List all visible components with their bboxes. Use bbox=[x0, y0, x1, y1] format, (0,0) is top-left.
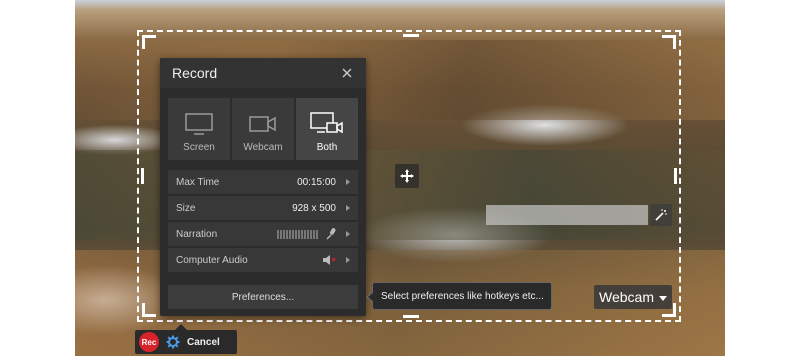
chevron-right-icon bbox=[346, 231, 350, 237]
mode-screen[interactable]: Screen bbox=[168, 98, 230, 160]
row-label: Size bbox=[176, 202, 196, 214]
webcam-dropdown-label: Webcam bbox=[599, 289, 654, 305]
mode-webcam[interactable]: Webcam bbox=[232, 98, 294, 160]
cancel-button[interactable]: Cancel bbox=[187, 337, 220, 348]
panel-title: Record bbox=[172, 65, 218, 81]
computer-audio-row[interactable]: Computer Audio bbox=[168, 248, 358, 272]
mode-selector: Screen Webcam Both bbox=[168, 98, 358, 160]
webcam-dropdown[interactable]: Webcam bbox=[594, 285, 672, 309]
resize-handle-left[interactable] bbox=[141, 168, 144, 184]
monitor-icon bbox=[185, 113, 213, 135]
microphone-icon bbox=[326, 228, 336, 240]
chevron-right-icon bbox=[346, 257, 350, 263]
row-label: Max Time bbox=[176, 176, 220, 188]
resize-handle-bottom-left[interactable] bbox=[142, 303, 156, 317]
narration-row[interactable]: Narration bbox=[168, 222, 358, 246]
settings-button[interactable] bbox=[165, 334, 181, 350]
max-time-value: 00:15:00 bbox=[297, 176, 336, 188]
resize-handle-top-right[interactable] bbox=[662, 35, 676, 49]
gear-icon bbox=[166, 335, 180, 349]
mode-label: Both bbox=[316, 142, 338, 153]
close-button[interactable] bbox=[340, 66, 354, 80]
magic-wand-icon bbox=[655, 209, 667, 221]
dimension-input-bar[interactable] bbox=[486, 205, 648, 225]
move-arrows-icon bbox=[400, 169, 414, 183]
mode-both[interactable]: Both bbox=[296, 98, 358, 160]
row-label: Narration bbox=[176, 228, 218, 240]
resize-handle-top[interactable] bbox=[403, 34, 419, 37]
tooltip-text: Select preferences like hotkeys etc... bbox=[381, 290, 544, 302]
preferences-tooltip: Select preferences like hotkeys etc... bbox=[366, 282, 552, 310]
resize-handle-right[interactable] bbox=[674, 168, 677, 184]
webcam-icon bbox=[249, 116, 276, 132]
close-icon bbox=[342, 68, 352, 78]
size-row[interactable]: Size 928 x 500 bbox=[168, 196, 358, 220]
max-time-row[interactable]: Max Time 00:15:00 bbox=[168, 170, 358, 194]
recording-toolbar: Rec Cancel bbox=[135, 324, 237, 354]
chevron-right-icon bbox=[346, 205, 350, 211]
preferences-button[interactable]: Preferences... bbox=[168, 285, 358, 309]
move-handle[interactable] bbox=[395, 164, 419, 188]
monitor-webcam-icon bbox=[310, 112, 343, 134]
audio-level-meter bbox=[277, 229, 318, 239]
settings-list: Max Time 00:15:00 Size 928 x 500 Narrati… bbox=[168, 170, 358, 274]
row-label: Computer Audio bbox=[176, 254, 248, 266]
mode-label: Screen bbox=[183, 142, 215, 153]
record-panel: Record Screen Webcam Both Max Time 00:15… bbox=[160, 58, 366, 316]
chevron-right-icon bbox=[346, 179, 350, 185]
record-button[interactable]: Rec bbox=[139, 332, 159, 352]
size-value: 928 x 500 bbox=[292, 202, 336, 214]
panel-header: Record bbox=[160, 58, 366, 88]
resize-handle-bottom[interactable] bbox=[403, 315, 419, 318]
auto-size-button[interactable] bbox=[650, 204, 672, 226]
resize-handle-top-left[interactable] bbox=[142, 35, 156, 49]
mode-label: Webcam bbox=[243, 142, 283, 153]
chevron-down-icon bbox=[658, 295, 667, 301]
speaker-muted-icon bbox=[323, 255, 336, 265]
